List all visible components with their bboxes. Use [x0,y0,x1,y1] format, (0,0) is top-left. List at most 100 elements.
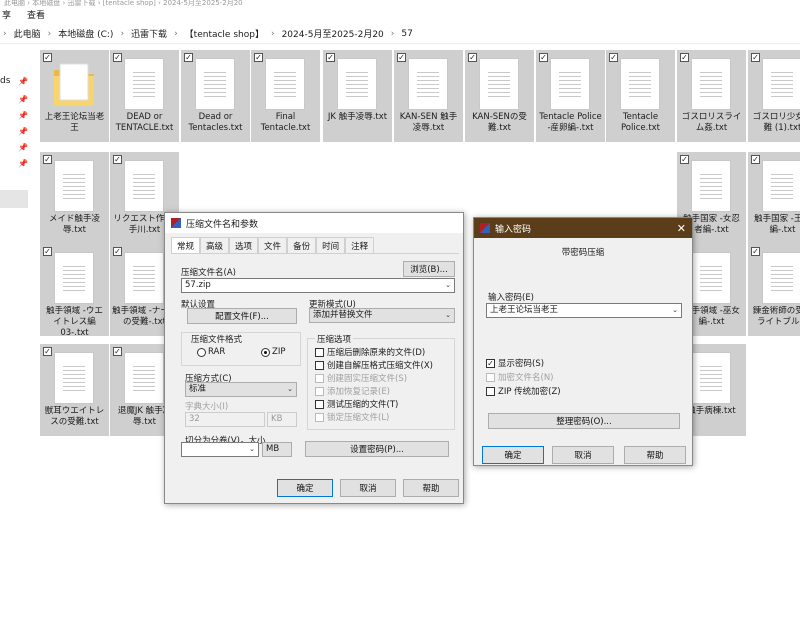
file-item[interactable]: ✓ KAN-SEN 触手凌辱.txt [394,50,463,142]
checkbox-checked-icon[interactable]: ✓ [326,53,335,62]
ribbon-tab-view[interactable]: 查看 [27,8,45,21]
ribbon-tab-share[interactable]: 享 [2,8,11,21]
breadcrumb-57[interactable]: 57 [397,29,416,39]
tab-advanced[interactable]: 高级 [200,237,230,253]
chevron-right-icon: › [390,28,395,39]
file-item[interactable]: ✓ 触手領域 -ウエイトレス編 03-.txt [40,244,109,336]
breadcrumb-this-pc[interactable]: 此电脑 [10,27,45,40]
file-item[interactable]: ✓ KAN-SENの受難.txt [465,50,534,142]
archive-help-button[interactable]: 帮助 [403,479,459,497]
compression-option-checkbox[interactable]: 压缩后删除原来的文件(D) [315,346,425,358]
profiles-button[interactable]: 配置文件(F)... [187,308,297,324]
nav-item-fragment[interactable]: ds [0,76,10,86]
tab-general[interactable]: 常规 [171,237,201,253]
file-item[interactable]: ✓ 触手国家 -王様編-.txt [748,152,800,244]
tab-files[interactable]: 文件 [258,237,288,253]
checkbox-checked-icon[interactable]: ✓ [680,155,689,164]
file-item[interactable]: ✓ ゴスロリスライム姦.txt [677,50,746,142]
dict-unit-select[interactable]: KB [267,412,297,427]
zip-legacy-checkbox[interactable]: ZIP 传统加密(Z) [486,385,561,397]
compression-option-checkbox[interactable]: 测试压缩的文件(T) [315,398,398,410]
zip-legacy-label: ZIP 传统加密(Z) [498,387,561,397]
split-size-input[interactable]: ⌄ [181,442,259,457]
checkbox-checked-icon[interactable]: ✓ [113,247,122,256]
format-rar-radio[interactable]: RAR [197,347,225,357]
breadcrumb-date-folder[interactable]: 2024-5月至2025-2月20 [278,27,388,40]
tab-comment[interactable]: 注释 [345,237,375,253]
file-item[interactable]: ✓ Dead or Tentacles.txt [181,50,250,142]
text-file-icon [762,160,800,212]
breadcrumb-tentacle-shop[interactable]: 【tentacle shop】 [181,27,268,40]
format-zip-radio[interactable]: ZIP [261,347,285,357]
tab-options[interactable]: 选项 [229,237,259,253]
file-item[interactable]: ✓ Final Tentacle.txt [251,50,320,142]
file-item[interactable]: ✓ ゴスロリ少女受難 (1).txt [748,50,800,142]
compression-option-checkbox[interactable]: 创建固实压缩文件(S) [315,372,407,384]
password-cancel-button[interactable]: 取消 [552,446,614,464]
checkbox-checked-icon[interactable]: ✓ [609,53,618,62]
text-file-icon [195,58,235,110]
close-icon[interactable]: ✕ [677,222,686,235]
nav-selected-item[interactable] [0,190,28,208]
format-group-label: 压缩文件格式 [191,335,243,345]
checkbox-checked-icon[interactable]: ✓ [751,247,760,256]
file-item[interactable]: ✓ 錬金術師の受難ライトブルー [748,244,800,336]
archive-dialog-titlebar[interactable]: 压缩文件名和参数 [165,213,463,233]
checkbox-checked-icon[interactable]: ✓ [113,155,122,164]
update-mode-select[interactable]: 添加并替换文件 ⌄ [309,308,455,323]
password-dialog-titlebar[interactable]: 输入密码 ✕ [474,218,692,238]
password-help-button[interactable]: 帮助 [624,446,686,464]
file-item[interactable]: ✓ Tentacle Police.txt [606,50,675,142]
file-item[interactable]: ✓ DEAD or TENTACLE.txt [110,50,179,142]
file-item[interactable]: ✓ メイド触手凌辱.txt [40,152,109,244]
show-password-checkbox[interactable]: ✓ 显示密码(S) [486,357,544,369]
compression-option-checkbox[interactable]: 锁定压缩文件(L) [315,411,389,423]
checkbox-checked-icon[interactable]: ✓ [43,53,52,62]
checkbox-checked-icon[interactable]: ✓ [539,53,548,62]
compression-method-select[interactable]: 标准 ⌄ [185,382,297,397]
organize-passwords-button[interactable]: 整理密码(O)... [488,413,680,429]
compression-option-checkbox[interactable]: 创建自解压格式压缩文件(X) [315,359,433,371]
encrypt-names-label: 加密文件名(N) [498,373,554,383]
tab-time[interactable]: 时间 [316,237,346,253]
checkbox-checked-icon[interactable]: ✓ [680,53,689,62]
file-item[interactable]: ✓ 獣耳ウエイトレスの受難.txt [40,344,109,436]
split-unit-select[interactable]: MB [262,442,292,457]
breadcrumb-thunder-downloads[interactable]: 迅雷下载 [127,27,171,40]
checkbox-checked-icon[interactable]: ✓ [751,155,760,164]
file-name: ゴスロリスライム姦.txt [681,112,742,133]
checkbox-checked-icon[interactable]: ✓ [254,53,263,62]
checkbox-checked-icon[interactable]: ✓ [113,347,122,356]
browse-button[interactable]: 浏览(B)... [403,261,455,277]
file-name: 獣耳ウエイトレスの受難.txt [44,406,105,427]
checkbox-checked-icon[interactable]: ✓ [751,53,760,62]
archive-cancel-button[interactable]: 取消 [340,479,396,497]
checkbox-checked-icon[interactable]: ✓ [397,53,406,62]
checkbox-checked-icon[interactable]: ✓ [43,247,52,256]
breadcrumb-local-disk[interactable]: 本地磁盘 (C:) [54,27,117,40]
checkbox-checked-icon[interactable]: ✓ [43,155,52,164]
archive-name-label: 压缩文件名(A) [181,268,236,278]
winrar-icon [171,218,181,228]
set-password-button[interactable]: 设置密码(P)... [305,441,449,457]
chevron-down-icon: ⌄ [445,281,451,289]
checkbox-checked-icon[interactable]: ✓ [113,53,122,62]
file-item[interactable]: ✓ Tentacle Police -産卵編-.txt [536,50,605,142]
password-input[interactable]: 上老王论坛当老王 ⌄ [486,303,682,318]
password-ok-button[interactable]: 确定 [482,446,544,464]
folder-item[interactable]: ✓ 上老王论坛当老王 [40,50,109,142]
text-file-icon [54,352,94,404]
archive-ok-button[interactable]: 确定 [277,479,333,497]
encrypt-names-checkbox[interactable]: 加密文件名(N) [486,371,554,383]
tab-backup[interactable]: 备份 [287,237,317,253]
checkbox-checked-icon[interactable]: ✓ [184,53,193,62]
dict-size-select[interactable]: 32 [185,412,265,427]
compression-option-checkbox[interactable]: 添加恢复记录(E) [315,385,390,397]
file-name: DEAD or TENTACLE.txt [115,112,174,133]
file-name: メイド触手凌辱.txt [48,214,100,235]
checkbox-checked-icon[interactable]: ✓ [468,53,477,62]
file-item[interactable]: ✓ JK 触手凌辱.txt [323,50,392,142]
archive-name-input[interactable]: 57.zip ⌄ [181,278,455,293]
checkbox-checked-icon[interactable]: ✓ [43,347,52,356]
address-bar[interactable]: › 此电脑 › 本地磁盘 (C:) › 迅雷下载 › 【tentacle sho… [0,24,800,44]
